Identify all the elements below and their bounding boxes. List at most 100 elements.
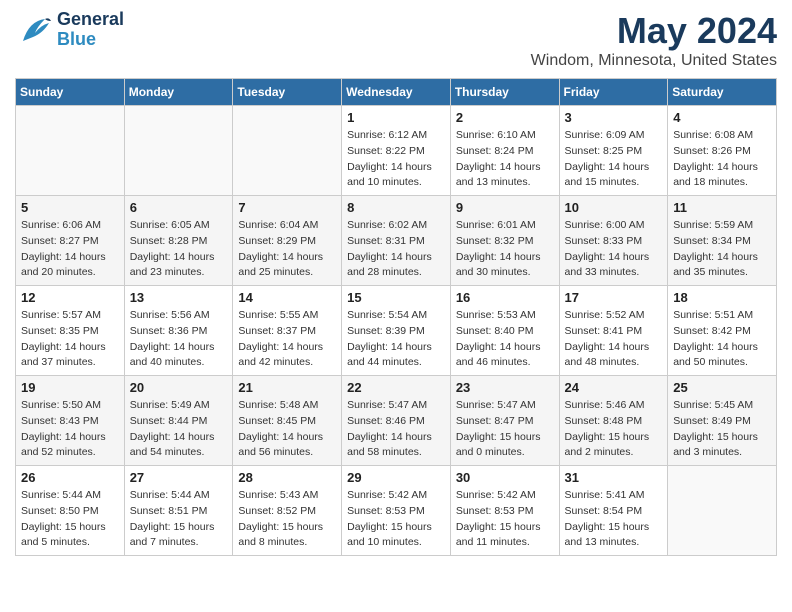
- day-number: 5: [21, 200, 119, 215]
- weekday-header-saturday: Saturday: [668, 79, 777, 106]
- main-title: May 2024: [531, 10, 777, 52]
- day-info: Sunrise: 6:02 AM Sunset: 8:31 PM Dayligh…: [347, 218, 445, 281]
- day-number: 16: [456, 290, 554, 305]
- day-info: Sunrise: 6:10 AM Sunset: 8:24 PM Dayligh…: [456, 128, 554, 191]
- logo-blue: Blue: [57, 30, 124, 50]
- logo-icon: [15, 11, 53, 49]
- day-number: 8: [347, 200, 445, 215]
- day-number: 15: [347, 290, 445, 305]
- day-number: 29: [347, 470, 445, 485]
- day-info: Sunrise: 5:45 AM Sunset: 8:49 PM Dayligh…: [673, 398, 771, 461]
- day-info: Sunrise: 5:51 AM Sunset: 8:42 PM Dayligh…: [673, 308, 771, 371]
- calendar-cell: 9 Sunrise: 6:01 AM Sunset: 8:32 PM Daylig…: [450, 196, 559, 286]
- calendar-cell: [124, 106, 233, 196]
- day-info: Sunrise: 5:47 AM Sunset: 8:46 PM Dayligh…: [347, 398, 445, 461]
- weekday-header-friday: Friday: [559, 79, 668, 106]
- calendar-cell: 7 Sunrise: 6:04 AM Sunset: 8:29 PM Daylig…: [233, 196, 342, 286]
- day-number: 17: [565, 290, 663, 305]
- day-number: 10: [565, 200, 663, 215]
- day-number: 28: [238, 470, 336, 485]
- calendar-cell: 31 Sunrise: 5:41 AM Sunset: 8:54 PM Dayli…: [559, 466, 668, 556]
- title-area: May 2024 Windom, Minnesota, United State…: [531, 10, 777, 70]
- day-number: 7: [238, 200, 336, 215]
- calendar-cell: 2 Sunrise: 6:10 AM Sunset: 8:24 PM Daylig…: [450, 106, 559, 196]
- calendar-cell: 19Sunrise: 5:50 AM Sunset: 8:43 PM Dayli…: [16, 376, 125, 466]
- weekday-header-monday: Monday: [124, 79, 233, 106]
- calendar-week-2: 5 Sunrise: 6:06 AM Sunset: 8:27 PM Daylig…: [16, 196, 777, 286]
- calendar-cell: 22Sunrise: 5:47 AM Sunset: 8:46 PM Dayli…: [342, 376, 451, 466]
- weekday-header-thursday: Thursday: [450, 79, 559, 106]
- calendar-cell: [16, 106, 125, 196]
- calendar-cell: 1 Sunrise: 6:12 AM Sunset: 8:22 PM Daylig…: [342, 106, 451, 196]
- day-number: 24: [565, 380, 663, 395]
- calendar-cell: [233, 106, 342, 196]
- calendar-cell: 15 Sunrise: 5:54 AM Sunset: 8:39 PM Dayli…: [342, 286, 451, 376]
- day-number: 30: [456, 470, 554, 485]
- calendar-cell: 28 Sunrise: 5:43 AM Sunset: 8:52 PM Dayli…: [233, 466, 342, 556]
- calendar-table: SundayMondayTuesdayWednesdayThursdayFrid…: [15, 78, 777, 556]
- day-number: 20: [130, 380, 228, 395]
- day-number: 27: [130, 470, 228, 485]
- day-number: 2: [456, 110, 554, 125]
- calendar-cell: 21Sunrise: 5:48 AM Sunset: 8:45 PM Dayli…: [233, 376, 342, 466]
- day-number: 18: [673, 290, 771, 305]
- day-number: 3: [565, 110, 663, 125]
- calendar-header-row: SundayMondayTuesdayWednesdayThursdayFrid…: [16, 79, 777, 106]
- day-info: Sunrise: 5:47 AM Sunset: 8:47 PM Dayligh…: [456, 398, 554, 461]
- day-info: Sunrise: 6:01 AM Sunset: 8:32 PM Dayligh…: [456, 218, 554, 281]
- weekday-header-sunday: Sunday: [16, 79, 125, 106]
- day-info: Sunrise: 6:04 AM Sunset: 8:29 PM Dayligh…: [238, 218, 336, 281]
- calendar-cell: 13Sunrise: 5:56 AM Sunset: 8:36 PM Dayli…: [124, 286, 233, 376]
- day-info: Sunrise: 5:42 AM Sunset: 8:53 PM Dayligh…: [347, 488, 445, 551]
- calendar-cell: 3Sunrise: 6:09 AM Sunset: 8:25 PM Daylig…: [559, 106, 668, 196]
- calendar-cell: 18 Sunrise: 5:51 AM Sunset: 8:42 PM Dayli…: [668, 286, 777, 376]
- calendar-week-3: 12Sunrise: 5:57 AM Sunset: 8:35 PM Dayli…: [16, 286, 777, 376]
- logo-text: General Blue: [57, 10, 124, 50]
- calendar-week-5: 26Sunrise: 5:44 AM Sunset: 8:50 PM Dayli…: [16, 466, 777, 556]
- day-info: Sunrise: 5:57 AM Sunset: 8:35 PM Dayligh…: [21, 308, 119, 371]
- calendar-cell: 5 Sunrise: 6:06 AM Sunset: 8:27 PM Daylig…: [16, 196, 125, 286]
- calendar-cell: 26Sunrise: 5:44 AM Sunset: 8:50 PM Dayli…: [16, 466, 125, 556]
- day-info: Sunrise: 5:41 AM Sunset: 8:54 PM Dayligh…: [565, 488, 663, 551]
- calendar-week-4: 19Sunrise: 5:50 AM Sunset: 8:43 PM Dayli…: [16, 376, 777, 466]
- day-number: 19: [21, 380, 119, 395]
- day-info: Sunrise: 5:54 AM Sunset: 8:39 PM Dayligh…: [347, 308, 445, 371]
- day-number: 6: [130, 200, 228, 215]
- calendar-cell: 16 Sunrise: 5:53 AM Sunset: 8:40 PM Dayli…: [450, 286, 559, 376]
- calendar-cell: 27 Sunrise: 5:44 AM Sunset: 8:51 PM Dayli…: [124, 466, 233, 556]
- day-info: Sunrise: 5:49 AM Sunset: 8:44 PM Dayligh…: [130, 398, 228, 461]
- day-info: Sunrise: 5:43 AM Sunset: 8:52 PM Dayligh…: [238, 488, 336, 551]
- weekday-header-tuesday: Tuesday: [233, 79, 342, 106]
- calendar-cell: 14 Sunrise: 5:55 AM Sunset: 8:37 PM Dayli…: [233, 286, 342, 376]
- day-number: 1: [347, 110, 445, 125]
- calendar-cell: 12Sunrise: 5:57 AM Sunset: 8:35 PM Dayli…: [16, 286, 125, 376]
- day-number: 21: [238, 380, 336, 395]
- day-number: 23: [456, 380, 554, 395]
- day-info: Sunrise: 5:52 AM Sunset: 8:41 PM Dayligh…: [565, 308, 663, 371]
- day-number: 14: [238, 290, 336, 305]
- logo-general: General: [57, 10, 124, 30]
- day-info: Sunrise: 5:55 AM Sunset: 8:37 PM Dayligh…: [238, 308, 336, 371]
- day-info: Sunrise: 5:44 AM Sunset: 8:51 PM Dayligh…: [130, 488, 228, 551]
- day-info: Sunrise: 5:42 AM Sunset: 8:53 PM Dayligh…: [456, 488, 554, 551]
- calendar-cell: 30 Sunrise: 5:42 AM Sunset: 8:53 PM Dayli…: [450, 466, 559, 556]
- day-info: Sunrise: 6:12 AM Sunset: 8:22 PM Dayligh…: [347, 128, 445, 191]
- calendar-cell: 29 Sunrise: 5:42 AM Sunset: 8:53 PM Dayli…: [342, 466, 451, 556]
- calendar-cell: 11Sunrise: 5:59 AM Sunset: 8:34 PM Dayli…: [668, 196, 777, 286]
- day-info: Sunrise: 6:06 AM Sunset: 8:27 PM Dayligh…: [21, 218, 119, 281]
- subtitle: Windom, Minnesota, United States: [531, 52, 777, 70]
- day-number: 4: [673, 110, 771, 125]
- calendar-cell: 10Sunrise: 6:00 AM Sunset: 8:33 PM Dayli…: [559, 196, 668, 286]
- day-info: Sunrise: 6:08 AM Sunset: 8:26 PM Dayligh…: [673, 128, 771, 191]
- day-number: 31: [565, 470, 663, 485]
- calendar-cell: 23 Sunrise: 5:47 AM Sunset: 8:47 PM Dayli…: [450, 376, 559, 466]
- day-number: 25: [673, 380, 771, 395]
- calendar-cell: 6Sunrise: 6:05 AM Sunset: 8:28 PM Daylig…: [124, 196, 233, 286]
- calendar-cell: [668, 466, 777, 556]
- weekday-header-wednesday: Wednesday: [342, 79, 451, 106]
- calendar-cell: 17 Sunrise: 5:52 AM Sunset: 8:41 PM Dayli…: [559, 286, 668, 376]
- day-number: 9: [456, 200, 554, 215]
- header: General Blue May 2024 Windom, Minnesota,…: [15, 10, 777, 70]
- day-number: 26: [21, 470, 119, 485]
- day-info: Sunrise: 5:53 AM Sunset: 8:40 PM Dayligh…: [456, 308, 554, 371]
